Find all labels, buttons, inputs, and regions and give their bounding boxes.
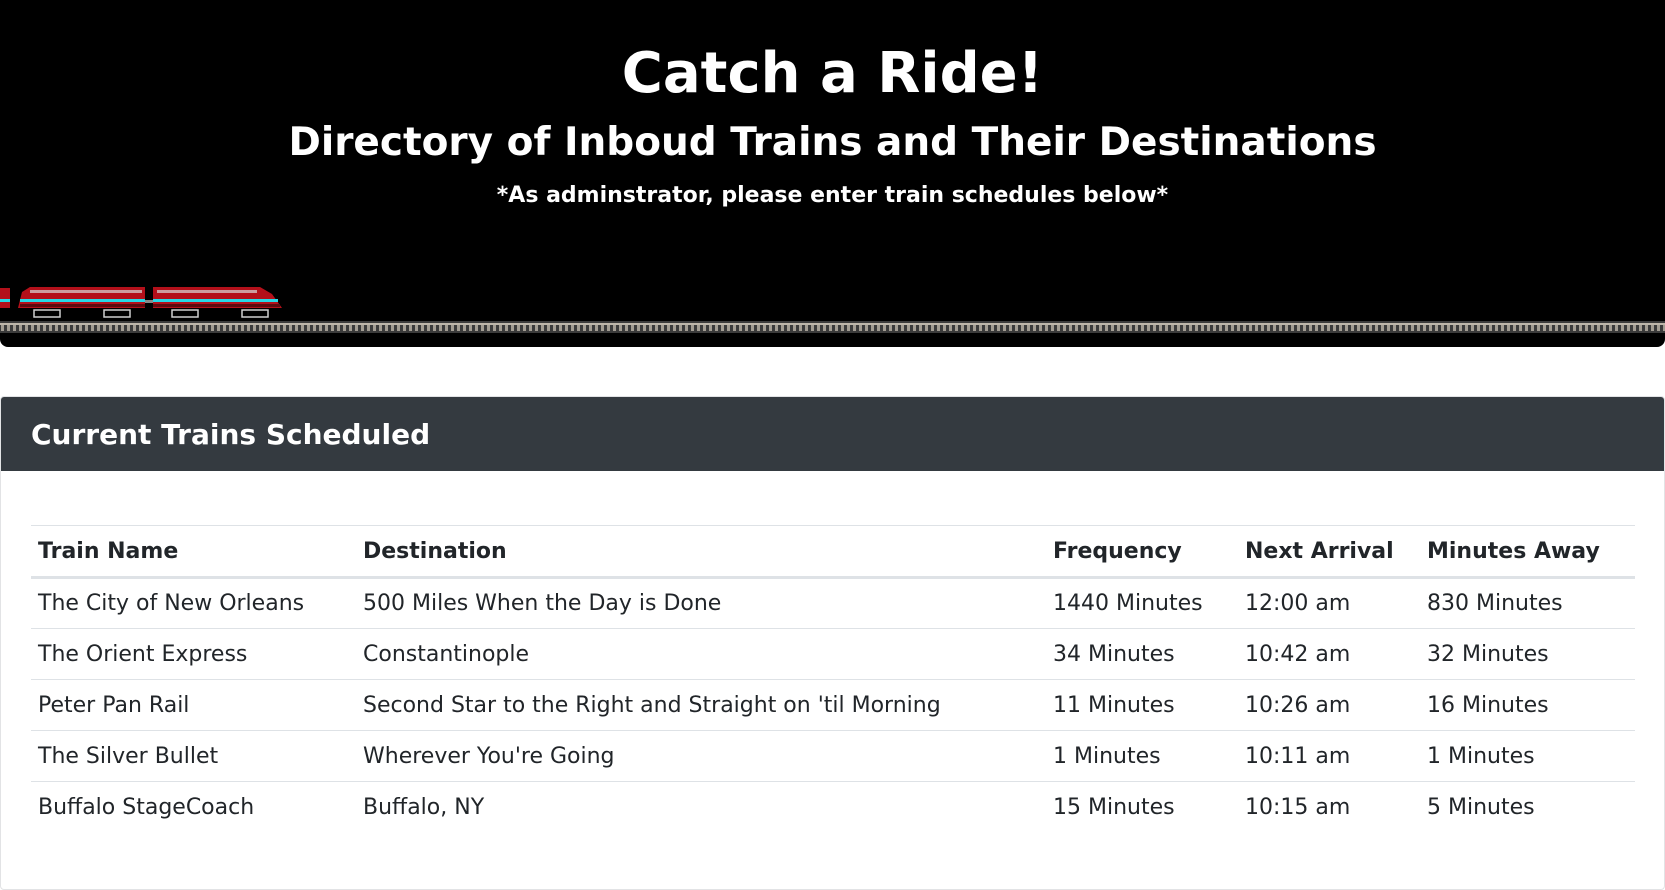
train-name-cell: Buffalo StageCoach	[38, 794, 255, 820]
minutes-away-cell: 5 Minutes	[1427, 794, 1535, 820]
destination-cell: Buffalo, NY	[363, 794, 485, 820]
table-row: The City of New Orleans 500 Miles When t…	[31, 578, 1635, 629]
next-arrival-cell: 10:42 am	[1245, 641, 1351, 667]
column-header-frequency: Frequency	[1053, 538, 1182, 564]
column-header-train-name: Train Name	[38, 538, 179, 564]
schedule-card-title: Current Trains Scheduled	[31, 417, 431, 451]
destination-cell: 500 Miles When the Day is Done	[363, 591, 722, 616]
next-arrival-cell: 12:00 am	[1245, 591, 1351, 616]
minutes-away-cell: 16 Minutes	[1427, 692, 1549, 718]
frequency-cell: 15 Minutes	[1053, 794, 1175, 820]
page-title: Catch a Ride!	[621, 41, 1044, 106]
table-row: Buffalo StageCoach Buffalo, NY 15 Minute…	[31, 782, 1635, 833]
minutes-away-cell: 1 Minutes	[1427, 743, 1535, 769]
next-arrival-cell: 10:11 am	[1245, 743, 1351, 769]
column-header-minutes-away: Minutes Away	[1427, 538, 1600, 564]
rail-track-icon	[0, 321, 1665, 333]
train-name-cell: The Silver Bullet	[38, 743, 219, 769]
table-row: The Silver Bullet Wherever You're Going …	[31, 731, 1635, 782]
train-schedule-table: Train Name Destination Frequency Next Ar…	[31, 525, 1635, 833]
frequency-cell: 34 Minutes	[1053, 641, 1175, 667]
frequency-cell: 1440 Minutes	[1053, 591, 1203, 616]
table-header: Train Name Destination Frequency Next Ar…	[31, 525, 1635, 578]
schedule-card: Current Trains Scheduled Train Name Dest…	[0, 396, 1665, 890]
destination-cell: Constantinople	[363, 641, 530, 667]
schedule-card-header: Current Trains Scheduled	[1, 397, 1664, 471]
column-header-destination: Destination	[363, 538, 507, 564]
column-header-next-arrival: Next Arrival	[1245, 538, 1394, 564]
frequency-cell: 11 Minutes	[1053, 692, 1175, 718]
table-row: The Orient Express Constantinople 34 Min…	[31, 629, 1635, 680]
next-arrival-cell: 10:26 am	[1245, 692, 1351, 718]
frequency-cell: 1 Minutes	[1053, 743, 1161, 769]
minutes-away-cell: 32 Minutes	[1427, 641, 1549, 667]
train-name-cell: The Orient Express	[38, 641, 248, 667]
page-subtitle: Directory of Inboud Trains and Their Des…	[288, 120, 1377, 165]
train-name-cell: Peter Pan Rail	[38, 692, 190, 718]
hero-banner: Catch a Ride! Directory of Inboud Trains…	[0, 0, 1665, 347]
train-icon	[0, 287, 282, 318]
schedule-table-wrapper: Train Name Destination Frequency Next Ar…	[31, 525, 1635, 833]
train-name-cell: The City of New Orleans	[38, 591, 305, 616]
admin-note: *As adminstrator, please enter train sch…	[496, 183, 1169, 208]
destination-cell: Second Star to the Right and Straight on…	[363, 692, 941, 718]
next-arrival-cell: 10:15 am	[1245, 794, 1351, 820]
table-body: The City of New Orleans 500 Miles When t…	[31, 578, 1635, 833]
destination-cell: Wherever You're Going	[363, 743, 615, 769]
table-row: Peter Pan Rail Second Star to the Right …	[31, 680, 1635, 731]
table-header-row: Train Name Destination Frequency Next Ar…	[31, 525, 1635, 578]
minutes-away-cell: 830 Minutes	[1427, 591, 1563, 616]
